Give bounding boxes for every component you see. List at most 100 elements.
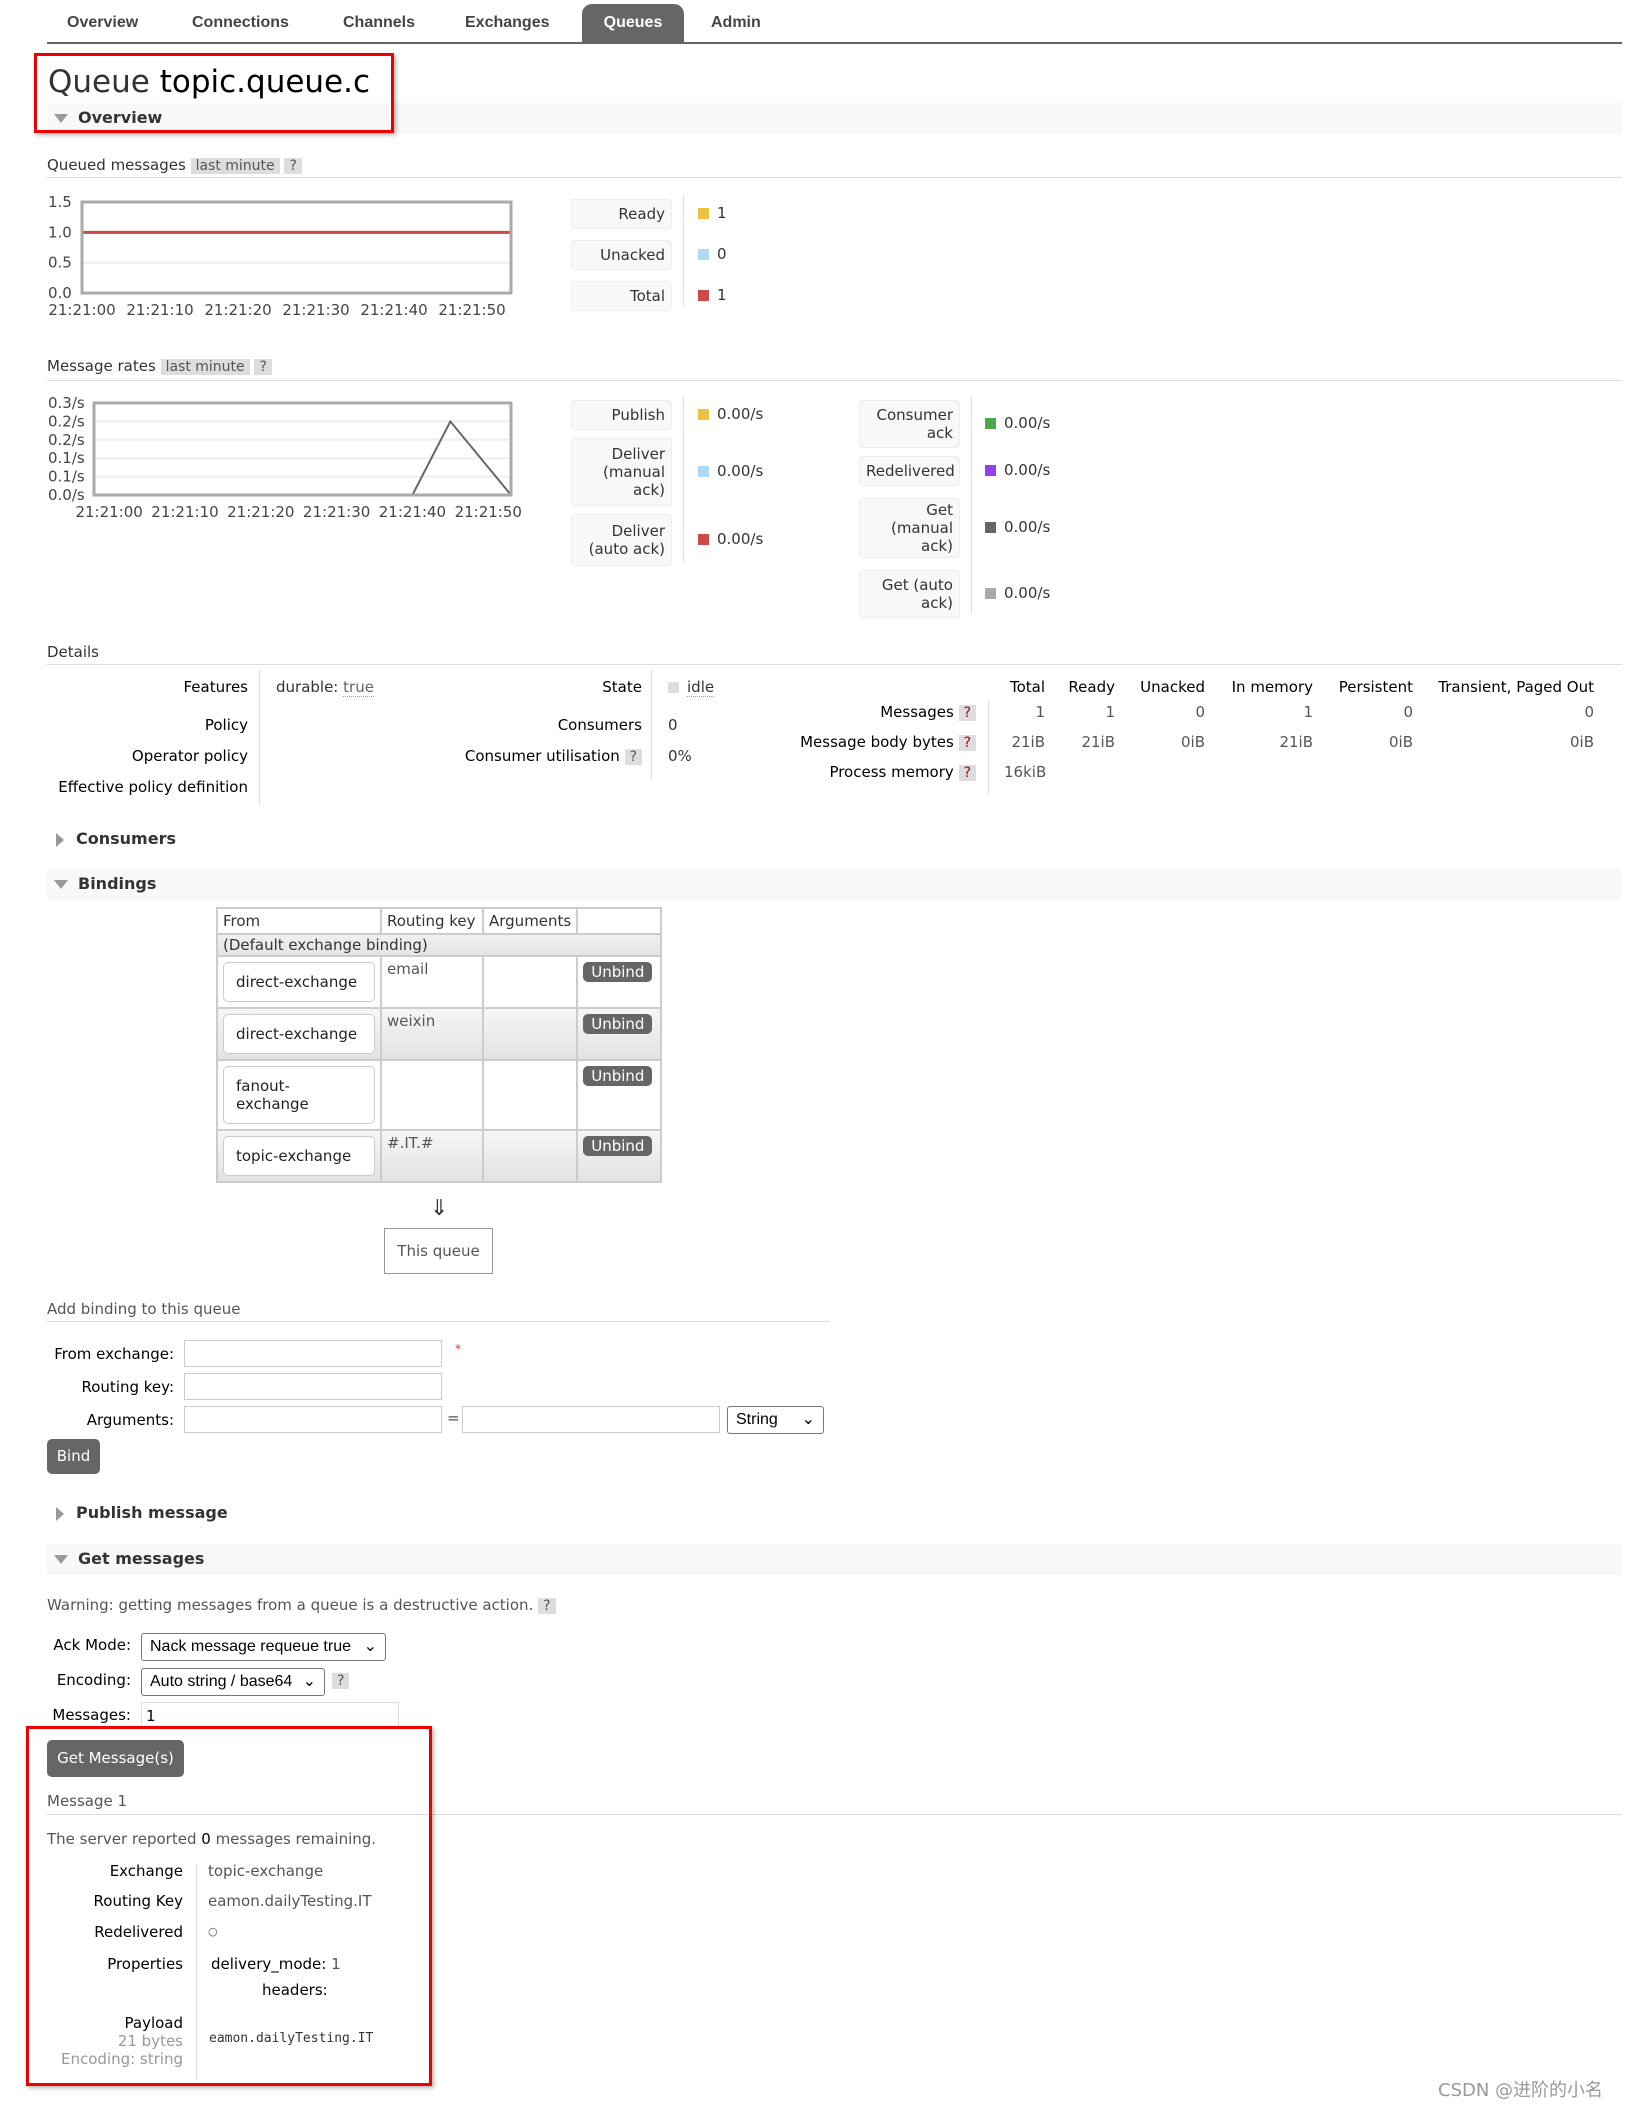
queued-messages-header: Queued messages last minute ? <box>47 156 302 174</box>
help-icon[interactable]: ? <box>958 705 976 721</box>
help-icon[interactable]: ? <box>958 735 976 751</box>
x-tick-label: 21:21:40 <box>360 301 427 319</box>
exchange-link[interactable]: direct-exchange <box>223 1014 375 1054</box>
exchange-link[interactable]: fanout-exchange <box>223 1066 375 1124</box>
exchange-link[interactable]: direct-exchange <box>223 962 375 1002</box>
y-tick-label: 0.2/s <box>48 431 85 449</box>
legend-text: Deliver (manual ack) <box>602 445 665 499</box>
ack-mode-select[interactable]: Nack message requeue true ⌄ <box>141 1633 386 1661</box>
selected-value: String <box>736 1411 778 1428</box>
from-exchange-input[interactable] <box>184 1340 442 1367</box>
legend-value: 0.00/s <box>698 530 763 548</box>
add-binding-title: Add binding to this queue <box>47 1300 241 1318</box>
help-icon[interactable]: ? <box>958 765 976 781</box>
encoding-select[interactable]: Auto string / base64 ⌄ <box>141 1668 325 1696</box>
this-queue-box: This queue <box>384 1228 493 1274</box>
legend-label: Unacked <box>571 240 672 270</box>
help-icon[interactable]: ? <box>254 359 272 375</box>
state-value: idle <box>668 678 715 697</box>
stat-col-header: Persistent <box>1338 678 1413 696</box>
help-icon[interactable]: ? <box>284 158 302 174</box>
bind-button[interactable]: Bind <box>47 1439 100 1474</box>
publish-toggle[interactable]: Publish message <box>56 1503 228 1522</box>
legend-value: 0.00/s <box>985 518 1050 536</box>
highlight-box <box>26 1726 432 2086</box>
default-binding-row: (Default exchange binding) <box>216 933 662 957</box>
highlight-box <box>34 53 394 133</box>
unbind-button[interactable]: Unbind <box>583 1014 653 1034</box>
state-label: State <box>602 678 642 696</box>
value-text: 1 <box>717 204 727 222</box>
legend-value: 0.00/s <box>698 405 763 423</box>
tab-queues[interactable]: Queues <box>582 4 684 42</box>
stat-row-label: Messages ? <box>880 703 976 721</box>
routing-key-cell: weixin <box>380 1007 484 1061</box>
routing-key-label: Routing key: <box>81 1378 175 1396</box>
chevron-down-icon: ⌄ <box>801 1411 815 1428</box>
help-icon[interactable]: ? <box>332 1673 350 1689</box>
legend-value: 0.00/s <box>985 584 1050 602</box>
routing-key-cell <box>380 1059 484 1131</box>
bindings-toggle[interactable]: Bindings <box>54 874 156 893</box>
messages-label: Messages: <box>52 1706 131 1724</box>
get-section-bar <box>47 1544 1622 1575</box>
help-icon[interactable]: ? <box>538 1598 556 1614</box>
consumers-toggle[interactable]: Consumers <box>56 829 176 848</box>
x-tick-label: 21:21:50 <box>438 301 505 319</box>
argument-type-select[interactable]: String ⌄ <box>727 1406 824 1434</box>
value-text: 0.00/s <box>1004 518 1051 536</box>
argument-key-input[interactable] <box>184 1406 442 1433</box>
x-tick-label: 21:21:30 <box>282 301 349 319</box>
divider <box>47 664 1622 665</box>
legend-value: 0.00/s <box>985 461 1050 479</box>
divider <box>651 670 652 780</box>
tab-channels[interactable]: Channels <box>343 4 415 42</box>
tab-exchanges[interactable]: Exchanges <box>465 4 549 42</box>
argument-value-input[interactable] <box>462 1406 720 1433</box>
tab-connections[interactable]: Connections <box>192 4 289 42</box>
stat-value: 1 <box>1035 703 1045 721</box>
stat-value: 21iB <box>1081 733 1115 751</box>
equals-sign: = <box>447 1409 460 1427</box>
binding-row: direct-exchange weixin Unbind <box>216 1007 662 1061</box>
chevron-down-icon: ⌄ <box>302 1673 316 1690</box>
unbind-button[interactable]: Unbind <box>583 1136 653 1156</box>
features-value: durable: true <box>276 678 374 697</box>
legend-value: 0 <box>698 245 727 263</box>
get-toggle[interactable]: Get messages <box>54 1549 204 1568</box>
stat-value: 0 <box>1403 703 1413 721</box>
value-text: 1 <box>717 286 727 304</box>
legend-label: Ready <box>571 199 672 229</box>
message-rates-header: Message rates last minute ? <box>47 357 272 375</box>
value-text: 0 <box>717 245 727 263</box>
legend-swatch-icon <box>698 534 709 545</box>
triangle-right-icon <box>56 1506 64 1521</box>
binding-row: direct-exchange email Unbind <box>216 955 662 1009</box>
plot-frame <box>80 200 513 295</box>
legend-value: 1 <box>698 286 727 304</box>
x-tick-label: 21:21:00 <box>48 301 115 319</box>
unbind-button[interactable]: Unbind <box>583 962 653 982</box>
range-selector[interactable]: last minute <box>190 158 280 174</box>
messages-count-input[interactable] <box>141 1702 399 1729</box>
unbind-button[interactable]: Unbind <box>583 1066 653 1086</box>
col-arguments: Arguments <box>481 907 579 935</box>
feature-val: true <box>343 678 374 697</box>
stat-value: 16kiB <box>1004 763 1047 781</box>
stat-value: 1 <box>1105 703 1115 721</box>
legend-text: Publish <box>611 406 665 424</box>
tab-admin[interactable]: Admin <box>711 4 761 42</box>
routing-key-input[interactable] <box>184 1373 442 1400</box>
legend-text: Total <box>629 287 665 305</box>
legend-value: 0.00/s <box>698 462 763 480</box>
consumers-value: 0 <box>668 716 678 734</box>
y-tick-label: 1.0 <box>48 223 72 241</box>
value-text: 0.00/s <box>1004 584 1051 602</box>
exchange-link[interactable]: topic-exchange <box>223 1136 375 1176</box>
range-selector[interactable]: last minute <box>160 359 250 375</box>
help-icon[interactable]: ? <box>624 749 642 765</box>
tab-overview[interactable]: Overview <box>67 4 138 42</box>
legend-value: 0.00/s <box>985 414 1050 432</box>
stat-row-label: Message body bytes ? <box>800 733 976 751</box>
legend-label: Consumer ack <box>859 400 960 448</box>
